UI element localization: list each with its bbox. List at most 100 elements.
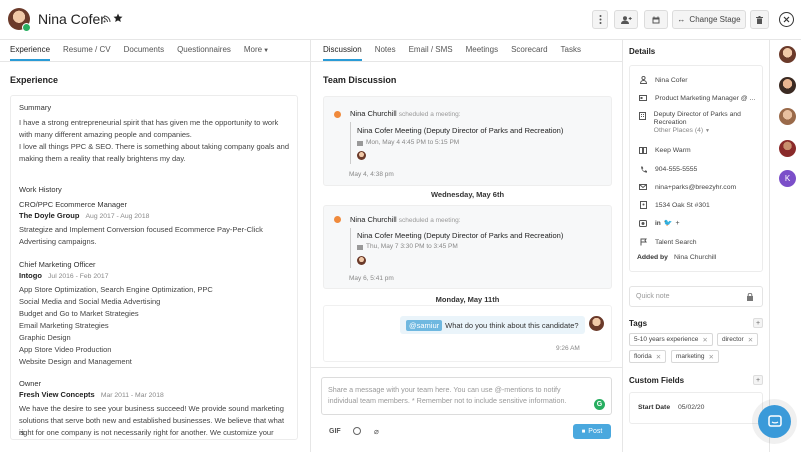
calendar-button[interactable] — [644, 10, 668, 29]
attendee-avatar — [357, 256, 366, 265]
discussion-title: Team Discussion — [323, 75, 397, 85]
mention[interactable]: @samiur — [406, 319, 443, 331]
remove-tag-icon[interactable]: ✕ — [656, 353, 661, 361]
left-divider — [310, 40, 311, 452]
summary-line: making them a reality that really bright… — [19, 154, 186, 163]
tab-experience[interactable]: Experience — [10, 45, 51, 61]
tab-discussion[interactable]: Discussion — [323, 45, 362, 61]
tab-resume[interactable]: Resume / CV — [63, 45, 111, 61]
tag[interactable]: director ✕ — [717, 333, 759, 346]
job-company-line: The Doyle Group Aug 2017 - Aug 2018 — [19, 211, 150, 220]
job-line: Website Design and Management — [19, 357, 132, 366]
team-avatar[interactable] — [779, 108, 796, 125]
job-line: Graphic Design — [19, 333, 71, 342]
job-line: App Store Video Production — [19, 345, 112, 354]
job-line: Strategize and Implement Conversion focu… — [19, 225, 263, 234]
job-line: Social Media and Social Media Advertisin… — [19, 297, 161, 306]
meeting-card: Nina Churchill scheduled a meeting: Nina… — [323, 96, 612, 186]
envelope-icon — [637, 182, 649, 192]
date-separator: Wednesday, May 6th — [430, 190, 505, 199]
detail-source: Talent Search — [637, 237, 762, 247]
twitter-icon[interactable]: 🐦 — [664, 219, 673, 227]
composer-placeholder: Share a message with your team here. You… — [328, 385, 567, 405]
tab-email-sms[interactable]: Email / SMS — [409, 45, 453, 61]
tag[interactable]: florida ✕ — [629, 350, 667, 363]
other-places-link[interactable]: Other Places (4) ▼ — [654, 127, 710, 134]
summary-line: I love all things PPC & SEO. There is so… — [19, 142, 290, 151]
job-line: We have the desire to see your business … — [19, 404, 284, 413]
job-line: Advertising campaigns. — [19, 237, 97, 246]
tab-documents[interactable]: Documents — [124, 45, 164, 61]
details-title: Details — [629, 47, 656, 56]
experience-content[interactable]: Summary I have a strong entrepreneurial … — [10, 95, 298, 440]
meeting-title[interactable]: Nina Cofer Meeting (Deputy Director of P… — [357, 126, 563, 135]
change-stage-button[interactable]: ↔ Change Stage — [672, 10, 746, 29]
meeting-header: Nina Churchill scheduled a meeting: — [350, 215, 461, 224]
add-user-button[interactable] — [614, 10, 638, 29]
tag[interactable]: marketing ✕ — [671, 350, 719, 363]
calendar-icon — [357, 140, 363, 146]
job-line: Email Marketing Strategies — [19, 321, 109, 330]
linkedin-icon[interactable]: in — [655, 220, 661, 227]
id-card-icon — [637, 93, 649, 103]
summary-line: I have a strong entrepreneurial spirit t… — [19, 118, 279, 127]
chat-widget-button[interactable] — [758, 405, 791, 438]
tab-tasks[interactable]: Tasks — [561, 45, 581, 61]
quick-note-input[interactable]: Quick note — [629, 286, 763, 307]
tab-more[interactable]: More▼ — [244, 45, 269, 61]
detail-phone: 904-555-5555 — [637, 164, 762, 174]
candidate-name: Nina Cofer — [38, 11, 105, 27]
middle-tabs: Discussion Notes Email / SMS Meetings Sc… — [323, 45, 594, 61]
message-card: @samiur What do you think about this can… — [323, 305, 612, 362]
close-icon[interactable] — [779, 12, 794, 27]
add-tag-button[interactable]: + — [753, 318, 763, 328]
rss-icon[interactable] — [103, 15, 111, 23]
tab-scorecard[interactable]: Scorecard — [511, 45, 547, 61]
team-avatar[interactable] — [779, 46, 796, 63]
tag[interactable]: 5-10 years experience ✕ — [629, 333, 713, 346]
detail-name: Nina Cofer — [637, 75, 762, 85]
send-icon: ■ — [581, 428, 586, 435]
tab-meetings[interactable]: Meetings — [466, 45, 498, 61]
plus-icon[interactable]: + — [676, 220, 680, 227]
delete-button[interactable] — [750, 10, 769, 29]
chevron-down-icon: ▼ — [705, 128, 710, 134]
tab-questionnaires[interactable]: Questionnaires — [177, 45, 231, 61]
building-icon — [637, 111, 648, 121]
add-custom-field-button[interactable]: + — [753, 375, 763, 385]
detail-position: Product Marketing Manager @ ... — [637, 93, 762, 103]
remove-tag-icon[interactable]: ✕ — [748, 336, 753, 344]
star-icon[interactable] — [113, 13, 123, 23]
vertical-dots-icon — [599, 15, 601, 24]
more-actions-button[interactable] — [592, 10, 608, 29]
custom-fields-title: Custom Fields — [629, 376, 685, 385]
detail-email: nina+parks@breezyhr.com — [637, 182, 762, 192]
phone-icon — [637, 164, 649, 174]
meeting-header: Nina Churchill scheduled a meeting: — [350, 109, 461, 118]
message-bubble: @samiur What do you think about this can… — [400, 316, 585, 334]
post-button[interactable]: ■ Post — [573, 424, 611, 439]
grammar-check-icon: G — [594, 399, 605, 410]
attendee-avatar — [357, 151, 366, 160]
team-avatar[interactable] — [779, 140, 796, 157]
meeting-title[interactable]: Nina Cofer Meeting (Deputy Director of P… — [357, 231, 563, 240]
emoji-icon[interactable] — [353, 427, 361, 435]
tab-notes[interactable]: Notes — [375, 45, 396, 61]
middle-divider — [622, 40, 623, 452]
summary-line: with many different amazing people and c… — [19, 130, 192, 139]
calendar-icon — [652, 16, 660, 23]
remove-tag-icon[interactable]: ✕ — [702, 336, 707, 344]
person-icon — [637, 75, 649, 85]
team-avatar-initial[interactable]: K — [779, 170, 796, 187]
left-tabs: Experience Resume / CV Documents Questio… — [10, 45, 282, 61]
team-avatar[interactable] — [779, 77, 796, 94]
attachment-icon[interactable]: ⌀ — [374, 427, 379, 436]
address-book-icon — [637, 200, 649, 210]
add-user-icon — [620, 15, 632, 24]
gif-button[interactable]: GIF — [329, 428, 341, 435]
flag-icon — [637, 237, 649, 247]
message-composer[interactable]: Share a message with your team here. You… — [321, 377, 612, 415]
online-status-icon — [22, 23, 31, 32]
remove-tag-icon[interactable]: ✕ — [709, 353, 714, 361]
job-company-line: Fresh View Concepts Mar 2011 - Mar 2018 — [19, 390, 164, 399]
